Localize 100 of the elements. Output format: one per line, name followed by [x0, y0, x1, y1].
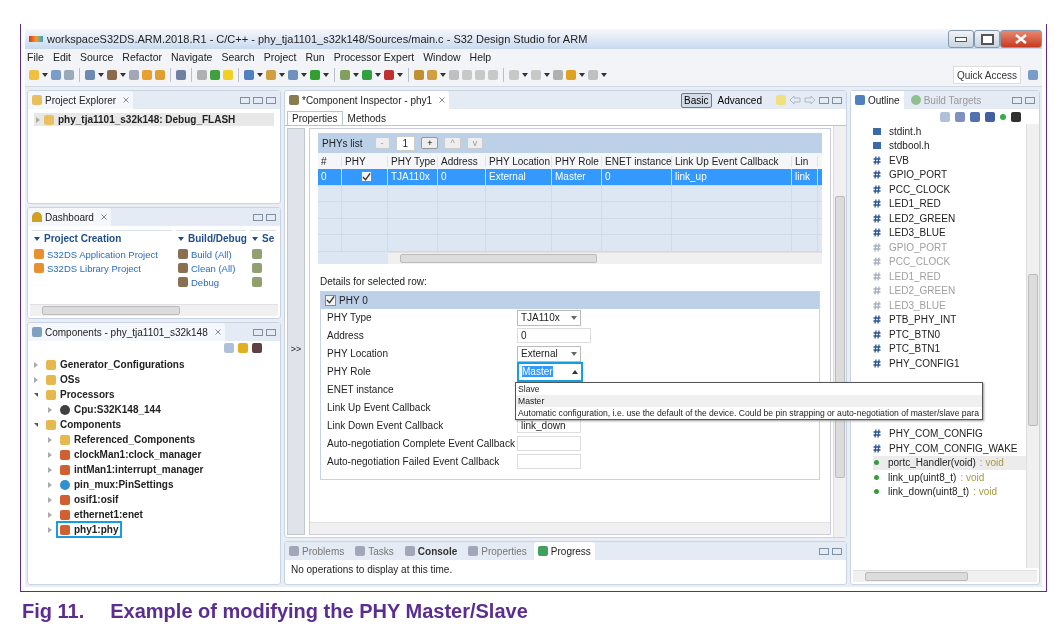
vertical-scrollbar[interactable] — [1026, 124, 1039, 568]
menu-item[interactable]: Refactor — [122, 50, 162, 63]
caret-icon[interactable] — [397, 73, 403, 77]
menu-item[interactable]: Search — [221, 50, 255, 63]
dropdown-option[interactable]: Automatic configuration, i.e. use the default of the device. Could be pin strapping or auto-negotiation of master/slave para — [516, 406, 982, 419]
mode-button[interactable]: Advanced — [714, 92, 765, 108]
outline-item[interactable]: GPIO_PORT — [873, 167, 1026, 182]
project-item[interactable]: phy_tja1101_s32k148: Debug_FLASH — [34, 113, 274, 126]
outline-item[interactable]: PTC_BTN0 — [873, 327, 1026, 342]
column-header[interactable]: PHY Type — [388, 155, 438, 167]
input-field[interactable]: 0 — [517, 328, 591, 343]
outline-item[interactable]: LED1_RED — [873, 196, 1026, 211]
tree-item[interactable]: clockMan1:clock_manager — [56, 446, 206, 463]
mode-button[interactable]: Basic — [681, 92, 712, 108]
horizontal-scrollbar[interactable] — [30, 304, 278, 316]
tree-item[interactable]: intMan1:interrupt_manager — [56, 461, 208, 478]
outline-item[interactable]: PHY_CONFIG1 — [873, 356, 1026, 371]
maximize-icon[interactable] — [266, 96, 276, 104]
maximize-icon[interactable] — [266, 213, 276, 221]
outline-item[interactable]: LED3_BLUE — [873, 225, 1026, 240]
menu-item[interactable]: Edit — [52, 50, 71, 63]
column-header[interactable]: PHY Role — [552, 155, 602, 167]
close-icon[interactable] — [100, 214, 107, 220]
tree-item[interactable]: pin_mux:PinSettings — [56, 476, 178, 493]
expander-icon[interactable] — [34, 422, 38, 427]
dashboard-link[interactable]: Build (All) — [176, 247, 232, 261]
close-icon[interactable] — [214, 329, 221, 335]
tab[interactable]: Properties — [287, 111, 343, 125]
count-field[interactable]: 1 — [395, 135, 416, 151]
dropdown[interactable]: TJA110x — [517, 309, 581, 326]
minimize-icon[interactable] — [253, 213, 263, 221]
dashboard-link[interactable]: S32DS Application Project — [32, 247, 158, 261]
checkbox[interactable] — [360, 171, 372, 183]
quick-access-field[interactable]: Quick Access — [953, 66, 1021, 84]
panel-tab[interactable]: Outline — [851, 91, 904, 109]
menu-item[interactable]: Help — [469, 50, 492, 63]
column-header[interactable]: PHY Location — [486, 155, 552, 167]
tree-item[interactable]: OSs — [42, 371, 84, 388]
tree-item[interactable]: Generator_Configurations — [42, 356, 189, 373]
close-button[interactable] — [1000, 30, 1042, 48]
column-header[interactable]: Link Up Event Callback — [672, 155, 792, 167]
column-header[interactable]: ENET instance — [602, 155, 672, 167]
menu-item[interactable]: Processor Expert — [333, 50, 415, 63]
panel-tab[interactable]: Progress — [533, 542, 595, 560]
side-bar[interactable]: >> — [287, 128, 305, 535]
dot-icon[interactable] — [1000, 114, 1006, 120]
dropdown[interactable]: External — [517, 345, 581, 362]
tab[interactable]: Methods — [342, 111, 391, 125]
dashboard-link[interactable]: Clean (All) — [176, 261, 236, 275]
maximize-icon[interactable] — [832, 96, 842, 104]
dashboard-link[interactable]: S32DS Library Project — [32, 261, 141, 275]
column-header[interactable]: # — [318, 155, 342, 167]
input-field[interactable]: link_down — [517, 418, 581, 433]
outline-item[interactable]: PTC_BTN1 — [873, 341, 1026, 356]
section-header[interactable]: Build/Debug — [176, 231, 246, 247]
section-header[interactable]: Se — [250, 231, 276, 247]
menu-item[interactable]: File — [27, 50, 44, 63]
tree-item[interactable]: Processors — [42, 386, 119, 403]
expander-icon[interactable] — [34, 392, 38, 397]
dashboard-link[interactable]: Debug — [176, 275, 219, 289]
column-header[interactable]: Lin — [792, 155, 818, 167]
outline-item[interactable]: EVB — [873, 153, 1026, 168]
back-icon[interactable] — [789, 95, 801, 105]
panel-tab[interactable]: Dashboard — [28, 208, 111, 226]
menu-item[interactable]: Navigate — [171, 50, 213, 63]
tree-item[interactable]: Cpu:S32K148_144 — [56, 401, 165, 418]
tree-item[interactable]: Components — [42, 416, 126, 433]
panel-tab[interactable]: Properties — [464, 542, 531, 560]
input-field[interactable] — [517, 436, 581, 451]
outline-item[interactable]: stdbool.h — [873, 138, 1026, 153]
add-button[interactable]: + — [421, 137, 439, 149]
minimize-icon[interactable] — [1012, 96, 1022, 104]
menu-item[interactable]: Window — [423, 50, 461, 63]
close-icon[interactable] — [439, 97, 446, 103]
maximize-icon[interactable] — [1025, 96, 1035, 104]
minimize-icon[interactable] — [819, 96, 829, 104]
tool-icon[interactable] — [1011, 112, 1021, 122]
tool-icon[interactable] — [252, 343, 262, 353]
tree-item[interactable]: phy1:phy — [56, 521, 123, 538]
outline-item[interactable]: PCC_CLOCK — [873, 182, 1026, 197]
forward-icon[interactable] — [804, 95, 816, 105]
caret-icon[interactable] — [323, 73, 329, 77]
outline-item[interactable]: PHY_COM_CONFIG — [873, 426, 1026, 441]
panel-tab[interactable]: *Component Inspector - phy1 — [285, 91, 450, 109]
menu-item[interactable]: Source — [80, 50, 114, 63]
menu-item[interactable]: Run — [305, 50, 325, 63]
horizontal-scrollbar[interactable] — [853, 570, 1037, 582]
panel-tab[interactable]: Tasks — [351, 542, 398, 560]
outline-item[interactable]: portc_Handler(void) : void — [873, 455, 1026, 470]
checkbox[interactable] — [325, 294, 336, 306]
outline-item[interactable]: link_down(uint8_t) : void — [873, 484, 1026, 499]
menu-item[interactable]: Project — [263, 50, 297, 63]
column-header[interactable]: Address — [438, 155, 486, 167]
toolbar-icon[interactable] — [176, 70, 186, 80]
minimize-icon[interactable] — [253, 96, 263, 104]
outline-item[interactable]: stdint.h — [873, 124, 1026, 139]
outline-item[interactable]: link_up(uint8_t) : void — [873, 470, 1026, 485]
panel-tab[interactable]: Components - phy_tja1101_s32k148 — [28, 323, 225, 341]
tree-item[interactable]: ethernet1:enet — [56, 506, 147, 523]
outline-item[interactable]: LED2_GREEN — [873, 211, 1026, 226]
